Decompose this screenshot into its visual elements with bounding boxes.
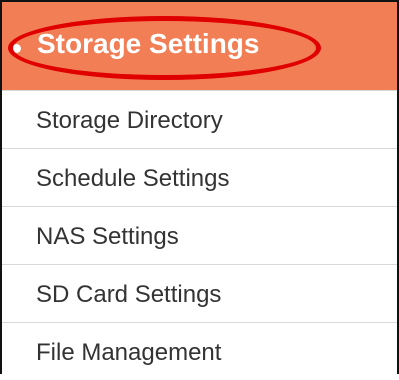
menu-item-nas-settings[interactable]: NAS Settings bbox=[2, 206, 397, 264]
menu-item-sd-card-settings[interactable]: SD Card Settings bbox=[2, 264, 397, 322]
settings-menu: Storage Settings Storage Directory Sched… bbox=[0, 0, 399, 374]
menu-item-label: Storage Directory bbox=[36, 107, 223, 134]
menu-header-storage-settings[interactable]: Storage Settings bbox=[2, 2, 397, 90]
menu-item-storage-directory[interactable]: Storage Directory bbox=[2, 90, 397, 148]
highlight-circle-annotation bbox=[8, 16, 321, 80]
menu-item-schedule-settings[interactable]: Schedule Settings bbox=[2, 148, 397, 206]
menu-item-label: File Management bbox=[36, 339, 222, 366]
menu-item-label: SD Card Settings bbox=[36, 281, 222, 308]
menu-item-label: NAS Settings bbox=[36, 223, 179, 250]
menu-item-label: Schedule Settings bbox=[36, 165, 230, 192]
menu-item-file-management[interactable]: File Management bbox=[2, 322, 397, 380]
